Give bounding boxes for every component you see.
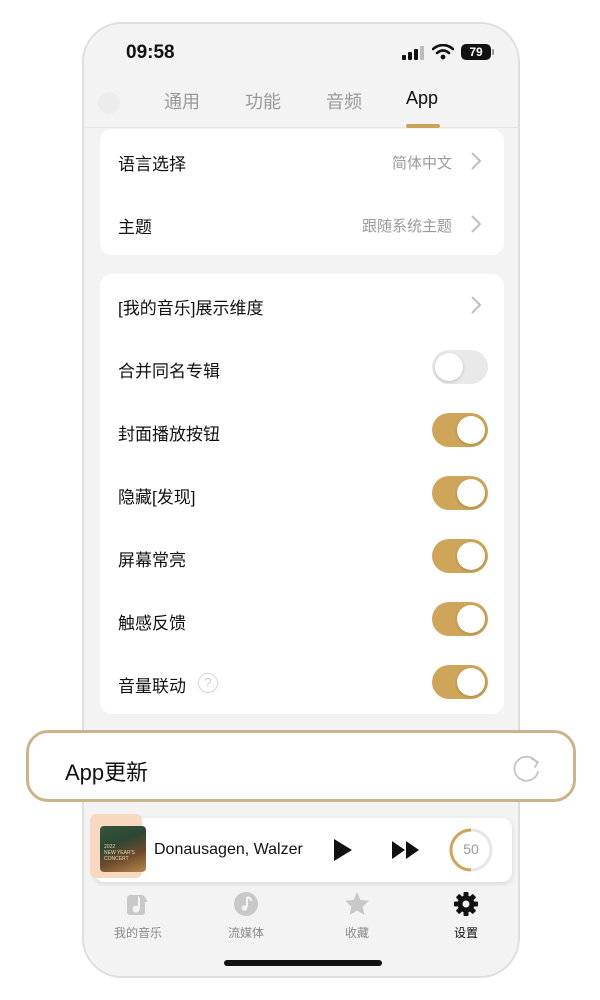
toggle-knob	[457, 542, 485, 570]
toggle-knob	[457, 479, 485, 507]
nav-streaming-label: 流媒体	[227, 926, 264, 940]
language-value: 简体中文	[391, 155, 452, 172]
home-indicator[interactable]	[224, 960, 382, 966]
theme-label: 主题	[118, 218, 152, 237]
music-display-label: [我的音乐]展示维度	[118, 299, 264, 318]
theme-row[interactable]: 主题 跟随系统主题	[100, 194, 504, 254]
chevron-right-icon	[471, 152, 482, 170]
phone-frame: 09:58 79 通用 功能 音频 App 语言选择 简体中文 主题 跟随系统主…	[82, 22, 520, 978]
wifi-icon	[432, 44, 454, 60]
settings-card-app: [我的音乐]展示维度 合并同名专辑 封面播放按钮 隐藏[发现] 屏幕常亮 触感反…	[100, 274, 504, 714]
volume-link-toggle[interactable]	[432, 665, 488, 699]
cover-play-button-toggle[interactable]	[432, 413, 488, 447]
nav-my-music-label: 我的音乐	[113, 926, 162, 940]
hide-discover-toggle[interactable]	[432, 476, 488, 510]
toggle-knob	[457, 668, 485, 696]
toggle-knob	[435, 353, 463, 381]
settings-card-basic: 语言选择 简体中文 主题 跟随系统主题	[100, 129, 504, 255]
gear-icon	[454, 892, 478, 916]
volume-link-label: 音量联动	[118, 677, 186, 696]
merge-albums-toggle[interactable]	[432, 350, 488, 384]
star-icon	[345, 892, 369, 915]
keep-screen-on-toggle[interactable]	[432, 539, 488, 573]
status-bar: 09:58 79	[84, 24, 518, 80]
album-cover[interactable]: 2022 NEW YEAR'S CONCERT	[100, 826, 146, 872]
status-time: 09:58	[126, 42, 175, 63]
theme-value: 跟随系统主题	[361, 218, 452, 235]
app-update-row[interactable]: App更新	[26, 730, 576, 802]
help-icon[interactable]: ?	[198, 673, 218, 693]
tab-features[interactable]: 功能	[245, 88, 281, 114]
album-cover-text: 2022 NEW YEAR'S CONCERT	[104, 844, 135, 862]
chevron-right-icon	[471, 215, 482, 233]
tab-app[interactable]: App	[406, 88, 438, 109]
volume-link-row: 音量联动 ?	[100, 653, 504, 713]
refresh-icon[interactable]	[511, 753, 543, 785]
keep-screen-on-row: 屏幕常亮	[100, 527, 504, 587]
toggle-knob	[457, 605, 485, 633]
play-icon[interactable]	[332, 838, 354, 862]
keep-screen-on-label: 屏幕常亮	[118, 551, 186, 570]
cover-play-button-label: 封面播放按钮	[118, 425, 220, 444]
cover-play-button-row: 封面播放按钮	[100, 401, 504, 461]
hide-discover-row: 隐藏[发现]	[100, 464, 504, 524]
volume-value: 50	[463, 841, 479, 857]
language-row[interactable]: 语言选择 简体中文	[100, 131, 504, 191]
track-title[interactable]: Donausagen, Walzer	[154, 841, 306, 859]
streaming-icon	[234, 892, 258, 916]
battery-tip	[492, 49, 494, 55]
haptic-feedback-label: 触感反馈	[118, 614, 186, 633]
music-note-icon	[127, 894, 148, 915]
nav-settings-label: 设置	[453, 926, 478, 940]
merge-albums-label: 合并同名专辑	[118, 362, 220, 381]
haptic-feedback-row: 触感反馈	[100, 590, 504, 650]
music-display-row[interactable]: [我的音乐]展示维度	[100, 275, 504, 335]
back-icon[interactable]	[98, 92, 120, 114]
app-update-label: App更新	[65, 760, 149, 785]
chevron-right-icon	[471, 296, 482, 314]
hide-discover-label: 隐藏[发现]	[118, 488, 196, 507]
merge-albums-row: 合并同名专辑	[100, 338, 504, 398]
signal-icon	[402, 46, 424, 60]
nav-favorites-label: 收藏	[344, 926, 369, 940]
tab-bar: 通用 功能 音频 App	[84, 80, 518, 128]
language-label: 语言选择	[118, 155, 186, 174]
haptic-feedback-toggle[interactable]	[432, 602, 488, 636]
fast-forward-icon[interactable]	[391, 840, 421, 860]
toggle-knob	[457, 416, 485, 444]
mini-player[interactable]: 2022 NEW YEAR'S CONCERT Donausagen, Walz…	[90, 814, 512, 882]
tab-audio[interactable]: 音频	[326, 88, 362, 114]
tab-general[interactable]: 通用	[164, 88, 200, 114]
battery-indicator: 79	[461, 44, 491, 60]
active-tab-indicator	[406, 124, 440, 128]
